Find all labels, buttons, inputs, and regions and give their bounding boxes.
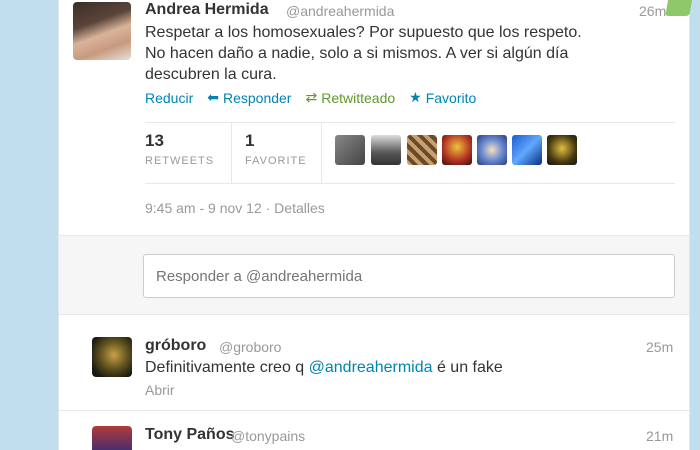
tweet-actions: Reducir ⬅ Responder ⇄ Retwitteado ★ Favo…	[145, 89, 476, 106]
new-tweet-badge-icon	[665, 0, 693, 16]
reply-author-handle[interactable]: @tonypains	[231, 428, 305, 444]
reply-input[interactable]	[143, 254, 675, 298]
retweeter-avatar[interactable]	[407, 135, 437, 165]
favorite-label: Favorito	[425, 89, 477, 106]
tweet-text-line-2: No hacen daño a nadie, solo a si mismos.…	[145, 45, 569, 62]
reply-label: Responder	[222, 89, 292, 106]
reply-timestamp[interactable]: 25m	[646, 339, 673, 355]
reply-author-name[interactable]: Tony Paños	[145, 426, 235, 444]
favorite-button[interactable]: ★ Favorito	[409, 89, 476, 106]
tweet-text-line-1: Respetar a los homosexuales? Por supuest…	[145, 24, 582, 41]
retweeter-avatar[interactable]	[442, 135, 472, 165]
reply-author-name[interactable]: gróboro	[145, 337, 206, 355]
reply-box-container	[59, 235, 689, 315]
retweeted-label: Retwitteado	[321, 89, 396, 106]
timeline: Andrea Hermida @andreahermida 26m Respet…	[58, 0, 693, 450]
favorites-count: 1	[245, 131, 255, 150]
tweet-author-name[interactable]: Andrea Hermida	[145, 1, 269, 19]
reply-text: Definitivamente creo q @andreahermida é …	[145, 357, 503, 378]
reply-timestamp[interactable]: 21m	[646, 428, 673, 444]
reply-text-after: é un fake	[432, 359, 503, 376]
favorites-stat[interactable]: 1 FAVORITE	[245, 131, 307, 167]
reply-author-handle[interactable]: @groboro	[219, 339, 281, 355]
mention-link[interactable]: @andreahermida	[309, 359, 433, 376]
tweet-details-meta[interactable]: 9:45 am - 9 nov 12 · Detalles	[145, 200, 325, 216]
reply-text-before: Definitivamente creo q	[145, 359, 309, 376]
avatar-tonypains[interactable]	[92, 426, 132, 450]
retweeter-avatar[interactable]	[335, 135, 365, 165]
stats-divider	[321, 123, 322, 183]
open-tweet-link[interactable]: Abrir	[145, 382, 175, 398]
tweet-timestamp[interactable]: 26m	[639, 3, 666, 19]
reply-button[interactable]: ⬅ Responder	[207, 89, 291, 106]
retweeter-avatar[interactable]	[371, 135, 401, 165]
retweet-icon: ⇄	[305, 89, 318, 105]
tweet-divider	[59, 410, 689, 411]
collapse-label: Reducir	[145, 89, 194, 106]
retweeter-avatar[interactable]	[512, 135, 542, 165]
retweeter-avatar[interactable]	[547, 135, 577, 165]
reply-arrow-icon: ⬅	[207, 89, 219, 105]
favorites-label: FAVORITE	[245, 155, 307, 167]
collapse-link[interactable]: Reducir	[145, 89, 193, 106]
star-icon: ★	[409, 89, 422, 105]
retweets-stat[interactable]: 13 RETWEETS	[145, 131, 214, 167]
tweet-text-line-3: descubren la cura.	[145, 66, 277, 83]
avatar-groboro[interactable]	[92, 337, 132, 377]
retweet-button[interactable]: ⇄ Retwitteado	[305, 89, 395, 106]
retweets-label: RETWEETS	[145, 155, 215, 167]
retweeter-avatar[interactable]	[477, 135, 507, 165]
stats-divider	[231, 123, 232, 183]
tweet-author-handle[interactable]: @andreahermida	[286, 3, 394, 19]
avatar-andreahermida[interactable]	[73, 2, 131, 60]
retweets-count: 13	[145, 131, 164, 150]
